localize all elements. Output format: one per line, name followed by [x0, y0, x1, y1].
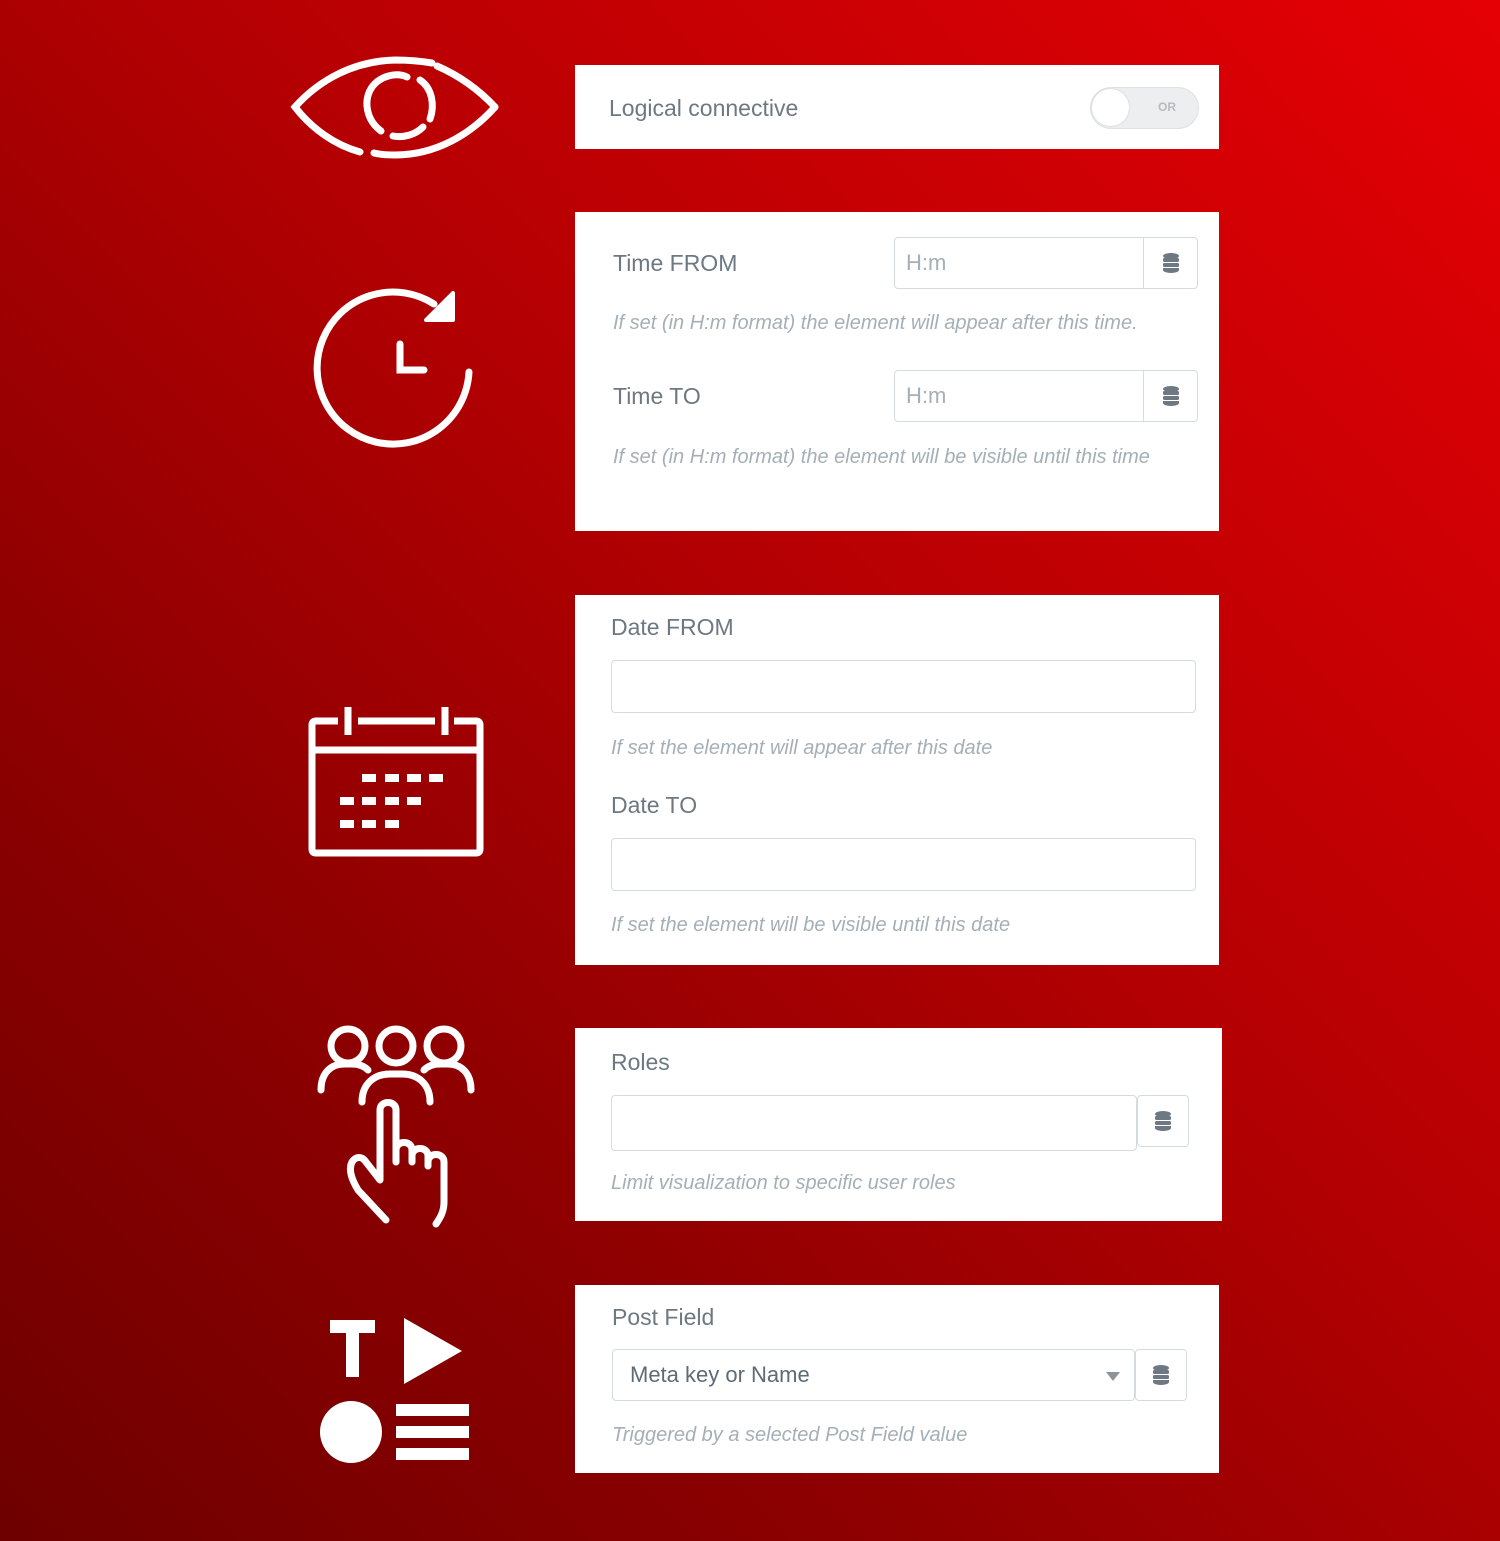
date-to-input[interactable]: [611, 838, 1196, 891]
logical-connective-panel: Logical connective OR: [575, 65, 1219, 149]
time-from-hint: If set (in H:m format) the element will …: [613, 312, 1138, 334]
time-to-label: Time TO: [613, 383, 701, 409]
database-icon: [1162, 253, 1179, 273]
date-from-hint: If set the element will appear after thi…: [611, 737, 993, 759]
toggle-text: OR: [1158, 100, 1176, 114]
post-field-selected: Meta key or Name: [630, 1362, 810, 1387]
post-field-dynamic-button[interactable]: [1135, 1349, 1187, 1401]
toggle-knob: [1092, 89, 1129, 126]
time-from-dynamic-button[interactable]: [1143, 237, 1198, 289]
time-to-input[interactable]: H:m: [894, 370, 1145, 422]
chevron-down-icon: [1106, 1372, 1120, 1381]
logical-connective-toggle[interactable]: OR: [1090, 87, 1199, 129]
users-pointer-icon: [317, 1022, 475, 1228]
database-icon: [1153, 1365, 1169, 1385]
roles-hint: Limit visualization to specific user rol…: [611, 1172, 956, 1194]
date-panel: Date FROM If set the element will appear…: [575, 595, 1219, 965]
roles-input[interactable]: [611, 1095, 1137, 1151]
time-from-label: Time FROM: [613, 250, 738, 276]
roles-panel: Roles Limit visualization to specific us…: [575, 1028, 1222, 1221]
time-to-hint: If set (in H:m format) the element will …: [613, 446, 1150, 468]
database-icon: [1162, 386, 1179, 406]
roles-dynamic-button[interactable]: [1137, 1095, 1189, 1147]
logical-connective-label: Logical connective: [609, 95, 799, 121]
post-field-panel: Post Field Meta key or Name Triggered by…: [575, 1285, 1219, 1473]
date-to-hint: If set the element will be visible until…: [611, 914, 1011, 936]
post-field-hint: Triggered by a selected Post Field value: [612, 1424, 968, 1446]
roles-label: Roles: [611, 1049, 670, 1075]
time-from-placeholder: H:m: [906, 250, 947, 275]
date-from-label: Date FROM: [611, 614, 734, 640]
time-to-dynamic-button[interactable]: [1143, 370, 1198, 422]
eye-icon: [290, 55, 500, 159]
time-to-placeholder: H:m: [906, 383, 947, 408]
post-field-label: Post Field: [612, 1304, 715, 1330]
post-field-select[interactable]: Meta key or Name: [612, 1349, 1135, 1401]
time-from-input[interactable]: H:m: [894, 237, 1145, 289]
date-to-label: Date TO: [611, 792, 698, 818]
time-panel: Time FROM H:m If set (in H:m format) the…: [575, 212, 1219, 531]
content-types-icon: [320, 1318, 470, 1463]
date-from-input[interactable]: [611, 660, 1196, 713]
calendar-icon: [308, 705, 484, 857]
database-icon: [1155, 1111, 1171, 1131]
clock-refresh-icon: [313, 288, 476, 450]
